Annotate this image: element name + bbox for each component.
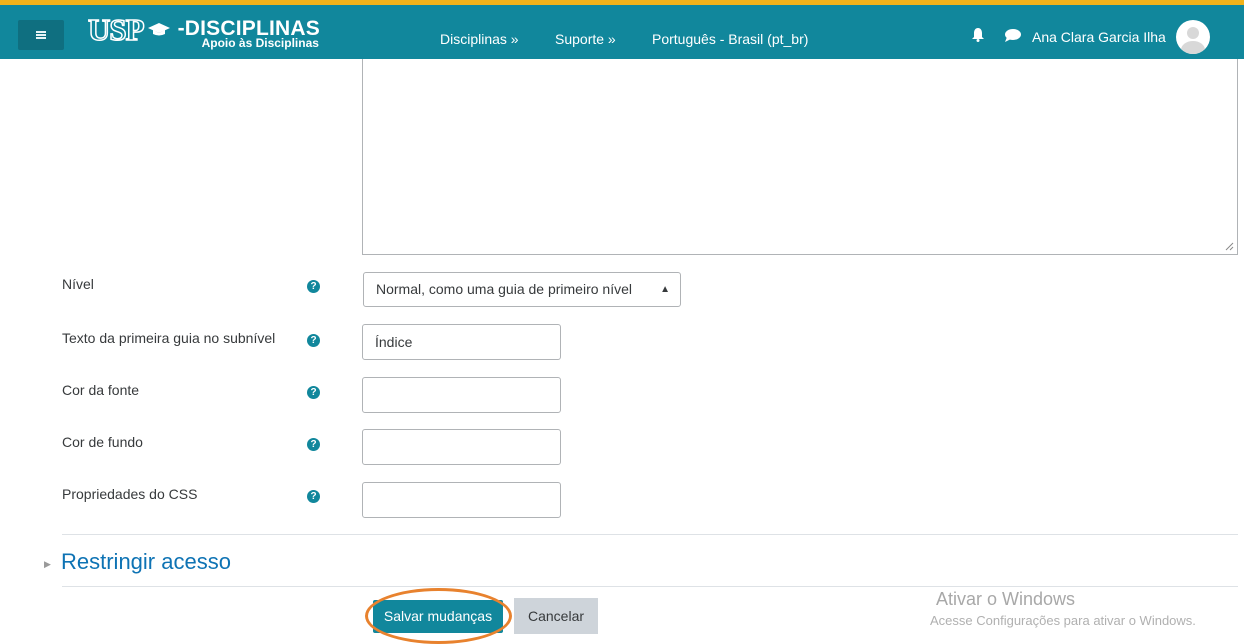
windows-activation-title: Ativar o Windows xyxy=(936,589,1076,609)
user-name[interactable]: Ana Clara Garcia Ilha xyxy=(1032,29,1166,45)
field-label-css: Propriedades do CSS xyxy=(62,486,198,502)
select-arrows-icon: ▲︎ xyxy=(660,284,670,295)
nivel-select[interactable]: Normal, como uma guia de primeiro nível … xyxy=(363,272,681,307)
avatar-icon[interactable] xyxy=(1176,20,1210,54)
resize-handle-icon[interactable] xyxy=(1225,242,1234,251)
nivel-select-value: Normal, como uma guia de primeiro nível xyxy=(376,281,632,297)
site-logo[interactable]: USP -DISCIPLINAS Apoio às Disciplinas xyxy=(87,12,320,50)
cancel-button[interactable]: Cancelar xyxy=(514,598,598,634)
section-divider xyxy=(62,586,1238,587)
help-icon[interactable]: ? xyxy=(307,280,320,293)
graduation-cap-icon xyxy=(147,23,170,36)
navbar-accent-stripe xyxy=(0,0,1244,5)
description-textarea[interactable] xyxy=(362,59,1238,255)
field-label-nivel: Nível xyxy=(62,276,94,292)
menu-icon[interactable] xyxy=(18,20,64,50)
field-label-cor-fonte: Cor da fonte xyxy=(62,382,140,398)
top-navbar: USP -DISCIPLINAS Apoio às Disciplinas Di… xyxy=(0,0,1244,59)
bell-icon[interactable] xyxy=(972,28,984,42)
windows-activation-subtitle: Acesse Configurações para ativar o Windo… xyxy=(930,613,1196,628)
chat-icon[interactable] xyxy=(1005,29,1021,42)
texto-guia-input[interactable]: Índice xyxy=(362,324,561,360)
nav-language[interactable]: Português - Brasil (pt_br) xyxy=(652,31,808,47)
section-divider xyxy=(62,534,1238,535)
field-label-cor-fundo: Cor de fundo xyxy=(62,434,143,450)
cor-fonte-input[interactable] xyxy=(362,377,561,413)
brand-subtitle: Apoio às Disciplinas xyxy=(201,36,319,50)
nav-disciplinas[interactable]: Disciplinas » xyxy=(440,31,519,47)
expand-caret-icon[interactable]: ▶ xyxy=(44,559,51,570)
help-icon[interactable]: ? xyxy=(307,438,320,451)
help-icon[interactable]: ? xyxy=(307,386,320,399)
nav-suporte[interactable]: Suporte » xyxy=(555,31,616,47)
restrict-access-section[interactable]: Restringir acesso xyxy=(61,549,231,575)
cor-fundo-input[interactable] xyxy=(362,429,561,465)
help-icon[interactable]: ? xyxy=(307,334,320,347)
usp-logo-text: USP xyxy=(87,12,145,47)
css-input[interactable] xyxy=(362,482,561,518)
highlight-ring-annotation xyxy=(365,588,512,644)
field-label-texto-guia: Texto da primeira guia no subnível xyxy=(62,330,276,346)
help-icon[interactable]: ? xyxy=(307,490,320,503)
